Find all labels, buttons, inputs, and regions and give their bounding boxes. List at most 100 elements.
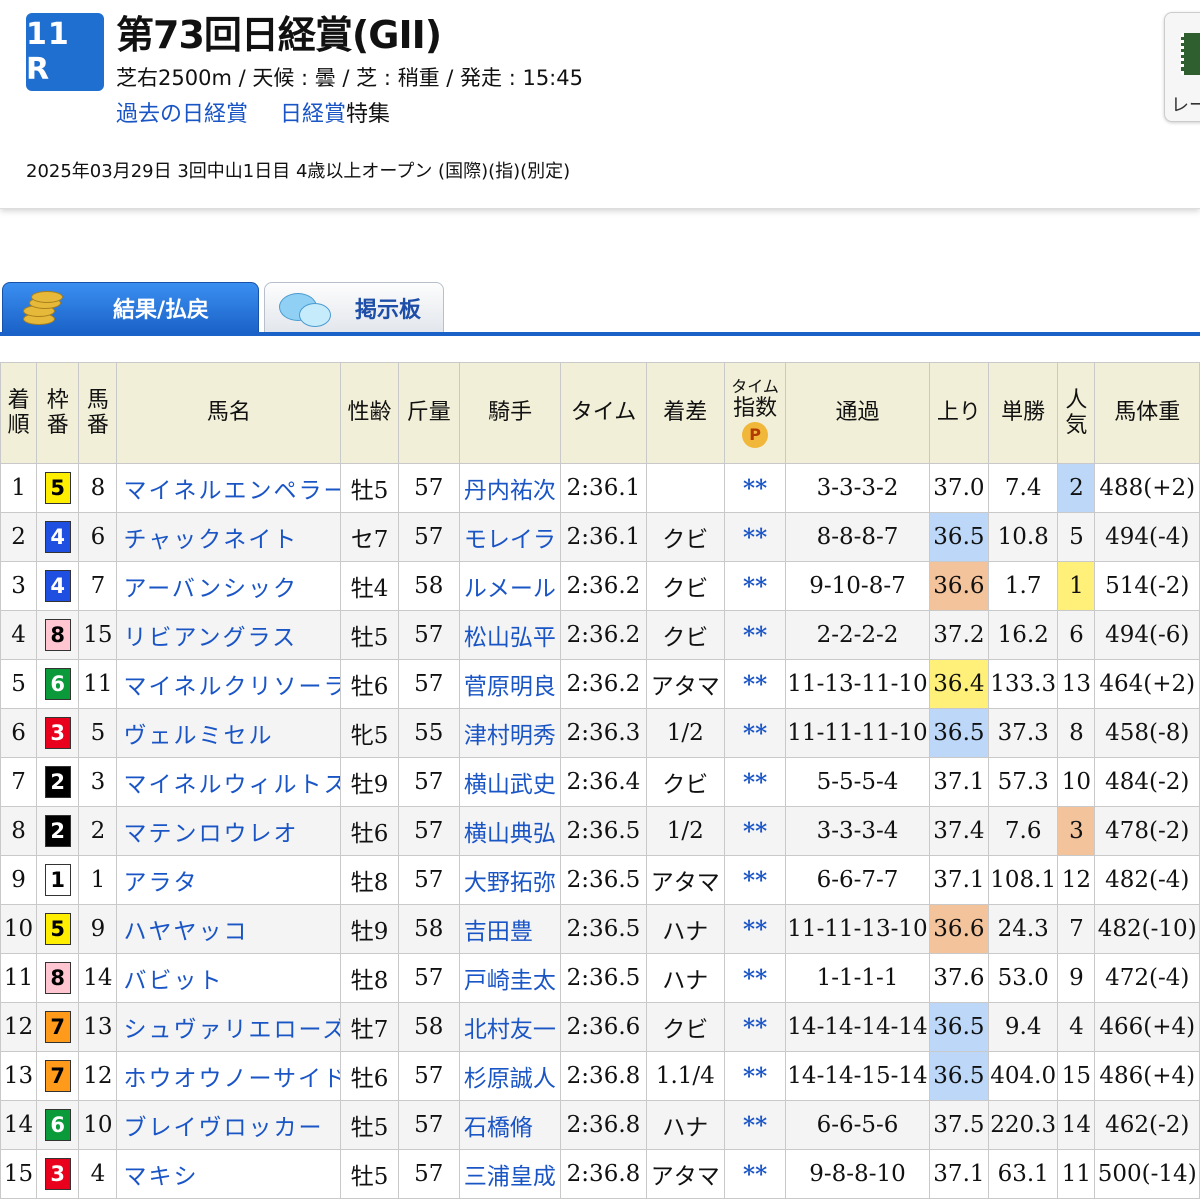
time-index-cell[interactable]: ** xyxy=(723,708,787,758)
time-index-cell[interactable]: ** xyxy=(723,953,787,1003)
sex-age-cell: 牡9 xyxy=(340,904,399,954)
waku-badge: 7 xyxy=(44,1060,71,1092)
time-index-cell[interactable]: ** xyxy=(723,1002,787,1052)
col-margin[interactable]: 着差 xyxy=(645,362,725,464)
horse-name-link[interactable]: ブレイヴロッカー xyxy=(116,1100,342,1150)
weight-cell: 57 xyxy=(397,1149,460,1199)
horse-name-link[interactable]: マイネルクリソーラ xyxy=(116,659,342,709)
race-video-button[interactable]: レー xyxy=(1164,12,1200,122)
horse-name-link[interactable]: アーバンシック xyxy=(116,561,342,611)
col-passing[interactable]: 通過 xyxy=(785,362,930,464)
number-cell: 15 xyxy=(78,610,118,660)
horse-name-link[interactable]: ホウオウノーサイド xyxy=(116,1051,342,1101)
col-time[interactable]: タイム xyxy=(560,362,647,464)
horse-name-link[interactable]: シュヴァリエローズ xyxy=(116,1002,342,1052)
passing-cell: 3-3-3-2 xyxy=(785,463,930,513)
body-weight-cell: 482(-10) xyxy=(1094,904,1200,954)
table-row: 4 8 15 リビアングラス 牡5 57 松山弘平 2:36.2 クビ ** 2-2-2-2 37.2… xyxy=(0,610,1200,660)
table-row: 8 2 2 マテンロウレオ 牡6 57 横山典弘 2:36.5 1/2 ** 3-3-3-4 37.4… xyxy=(0,806,1200,856)
jockey-link[interactable]: ルメール xyxy=(458,561,562,611)
tab-results-payout[interactable]: 結果/払戻 xyxy=(2,282,259,334)
passing-cell: 3-3-3-4 xyxy=(785,806,930,856)
tab-results-label: 結果/払戻 xyxy=(113,298,210,323)
horse-name-link[interactable]: アラタ xyxy=(116,855,342,905)
jockey-link[interactable]: 横山武史 xyxy=(458,757,562,807)
col-horse[interactable]: 馬名 xyxy=(116,362,342,464)
time-index-cell[interactable]: ** xyxy=(723,1051,787,1101)
jockey-link[interactable]: 三浦皇成 xyxy=(458,1149,562,1199)
time-index-cell[interactable]: ** xyxy=(723,904,787,954)
popularity-cell: 5 xyxy=(1057,512,1096,562)
margin-cell: クビ xyxy=(645,757,725,807)
col-time-index[interactable]: タイム 指数 P xyxy=(723,362,787,464)
margin-cell: 1.1/4 xyxy=(645,1051,725,1101)
popularity-cell: 14 xyxy=(1057,1100,1096,1150)
jockey-link[interactable]: 横山典弘 xyxy=(458,806,562,856)
horse-name-link[interactable]: マイネルウィルトス xyxy=(116,757,342,807)
jockey-link[interactable]: 菅原明良 xyxy=(458,659,562,709)
jockey-link[interactable]: 石橋脩 xyxy=(458,1100,562,1150)
horse-name-link[interactable]: マテンロウレオ xyxy=(116,806,342,856)
weight-cell: 58 xyxy=(397,561,460,611)
horse-name-link[interactable]: マキシ xyxy=(116,1149,342,1199)
col-jockey[interactable]: 騎手 xyxy=(458,362,562,464)
time-index-cell[interactable]: ** xyxy=(723,659,787,709)
time-index-cell[interactable]: ** xyxy=(723,610,787,660)
sex-age-cell: 牡4 xyxy=(340,561,399,611)
horse-name-link[interactable]: バビット xyxy=(116,953,342,1003)
jockey-link[interactable]: モレイラ xyxy=(458,512,562,562)
horse-name-link[interactable]: マイネルエンペラー xyxy=(116,463,342,513)
col-finish[interactable]: 着 順 xyxy=(0,362,38,464)
jockey-link[interactable]: 大野拓弥 xyxy=(458,855,562,905)
time-index-cell[interactable]: ** xyxy=(723,1149,787,1199)
col-number[interactable]: 馬 番 xyxy=(78,362,118,464)
last3f-cell: 36.4 xyxy=(928,659,990,709)
jockey-link[interactable]: 丹内祐次 xyxy=(458,463,562,513)
time-index-cell[interactable]: ** xyxy=(723,561,787,611)
table-row: 1 5 8 マイネルエンペラー 牡5 57 丹内祐次 2:36.1 ** 3-3-3-2 37.0 7… xyxy=(0,463,1200,513)
col-odds[interactable]: 単勝 xyxy=(988,362,1059,464)
jockey-link[interactable]: 戸崎圭太 xyxy=(458,953,562,1003)
popularity-cell: 12 xyxy=(1057,855,1096,905)
jockey-link[interactable]: 杉原誠人 xyxy=(458,1051,562,1101)
odds-cell: 53.0 xyxy=(988,953,1059,1003)
feature-link[interactable]: 日経賞 xyxy=(280,102,346,127)
col-last3f[interactable]: 上り xyxy=(928,362,990,464)
time-index-cell[interactable]: ** xyxy=(723,806,787,856)
time-index-cell[interactable]: ** xyxy=(723,512,787,562)
weight-cell: 57 xyxy=(397,855,460,905)
time-index-cell[interactable]: ** xyxy=(723,757,787,807)
col-sex-age[interactable]: 性齢 xyxy=(340,362,399,464)
col-waku[interactable]: 枠 番 xyxy=(36,362,80,464)
horse-name-link[interactable]: チャックネイト xyxy=(116,512,342,562)
time-index-cell[interactable]: ** xyxy=(723,855,787,905)
time-index-cell[interactable]: ** xyxy=(723,463,787,513)
last3f-cell: 36.5 xyxy=(928,1051,990,1101)
odds-cell: 7.4 xyxy=(988,463,1059,513)
table-row: 7 2 3 マイネルウィルトス 牡9 57 横山武史 2:36.4 クビ ** 5-5-5-4 37.… xyxy=(0,757,1200,807)
past-races-link[interactable]: 過去の日経賞 xyxy=(116,102,248,127)
jockey-link[interactable]: 吉田豊 xyxy=(458,904,562,954)
col-popularity[interactable]: 人 気 xyxy=(1057,362,1096,464)
horse-name-link[interactable]: リビアングラス xyxy=(116,610,342,660)
race-video-label: レー xyxy=(1171,95,1200,116)
jockey-link[interactable]: 北村友一 xyxy=(458,1002,562,1052)
sex-age-cell: 牡6 xyxy=(340,806,399,856)
time-cell: 2:36.5 xyxy=(560,904,647,954)
table-row: 14 6 10 ブレイヴロッカー 牡5 57 石橋脩 2:36.8 ハナ ** 6-6-5-6 37.… xyxy=(0,1100,1200,1150)
finish-cell: 4 xyxy=(0,610,38,660)
waku-cell: 6 xyxy=(36,659,80,709)
horse-name-link[interactable]: ヴェルミセル xyxy=(116,708,342,758)
table-row: 10 5 9 ハヤヤッコ 牡9 58 吉田豊 2:36.5 ハナ ** 11-11-13-10 36.… xyxy=(0,904,1200,954)
passing-cell: 14-14-14-14 xyxy=(785,1002,930,1052)
tab-message-board[interactable]: 掲示板 xyxy=(264,282,444,334)
table-header-row: 着 順 枠 番 馬 番 馬名 性齢 斤量 騎手 タイム 着差 タイム 指数 P … xyxy=(0,362,1200,464)
jockey-link[interactable]: 松山弘平 xyxy=(458,610,562,660)
time-index-cell[interactable]: ** xyxy=(723,1100,787,1150)
col-weight[interactable]: 斤量 xyxy=(397,362,460,464)
col-body-weight[interactable]: 馬体重 xyxy=(1094,362,1200,464)
jockey-link[interactable]: 津村明秀 xyxy=(458,708,562,758)
passing-cell: 6-6-5-6 xyxy=(785,1100,930,1150)
waku-badge: 4 xyxy=(44,570,71,602)
horse-name-link[interactable]: ハヤヤッコ xyxy=(116,904,342,954)
